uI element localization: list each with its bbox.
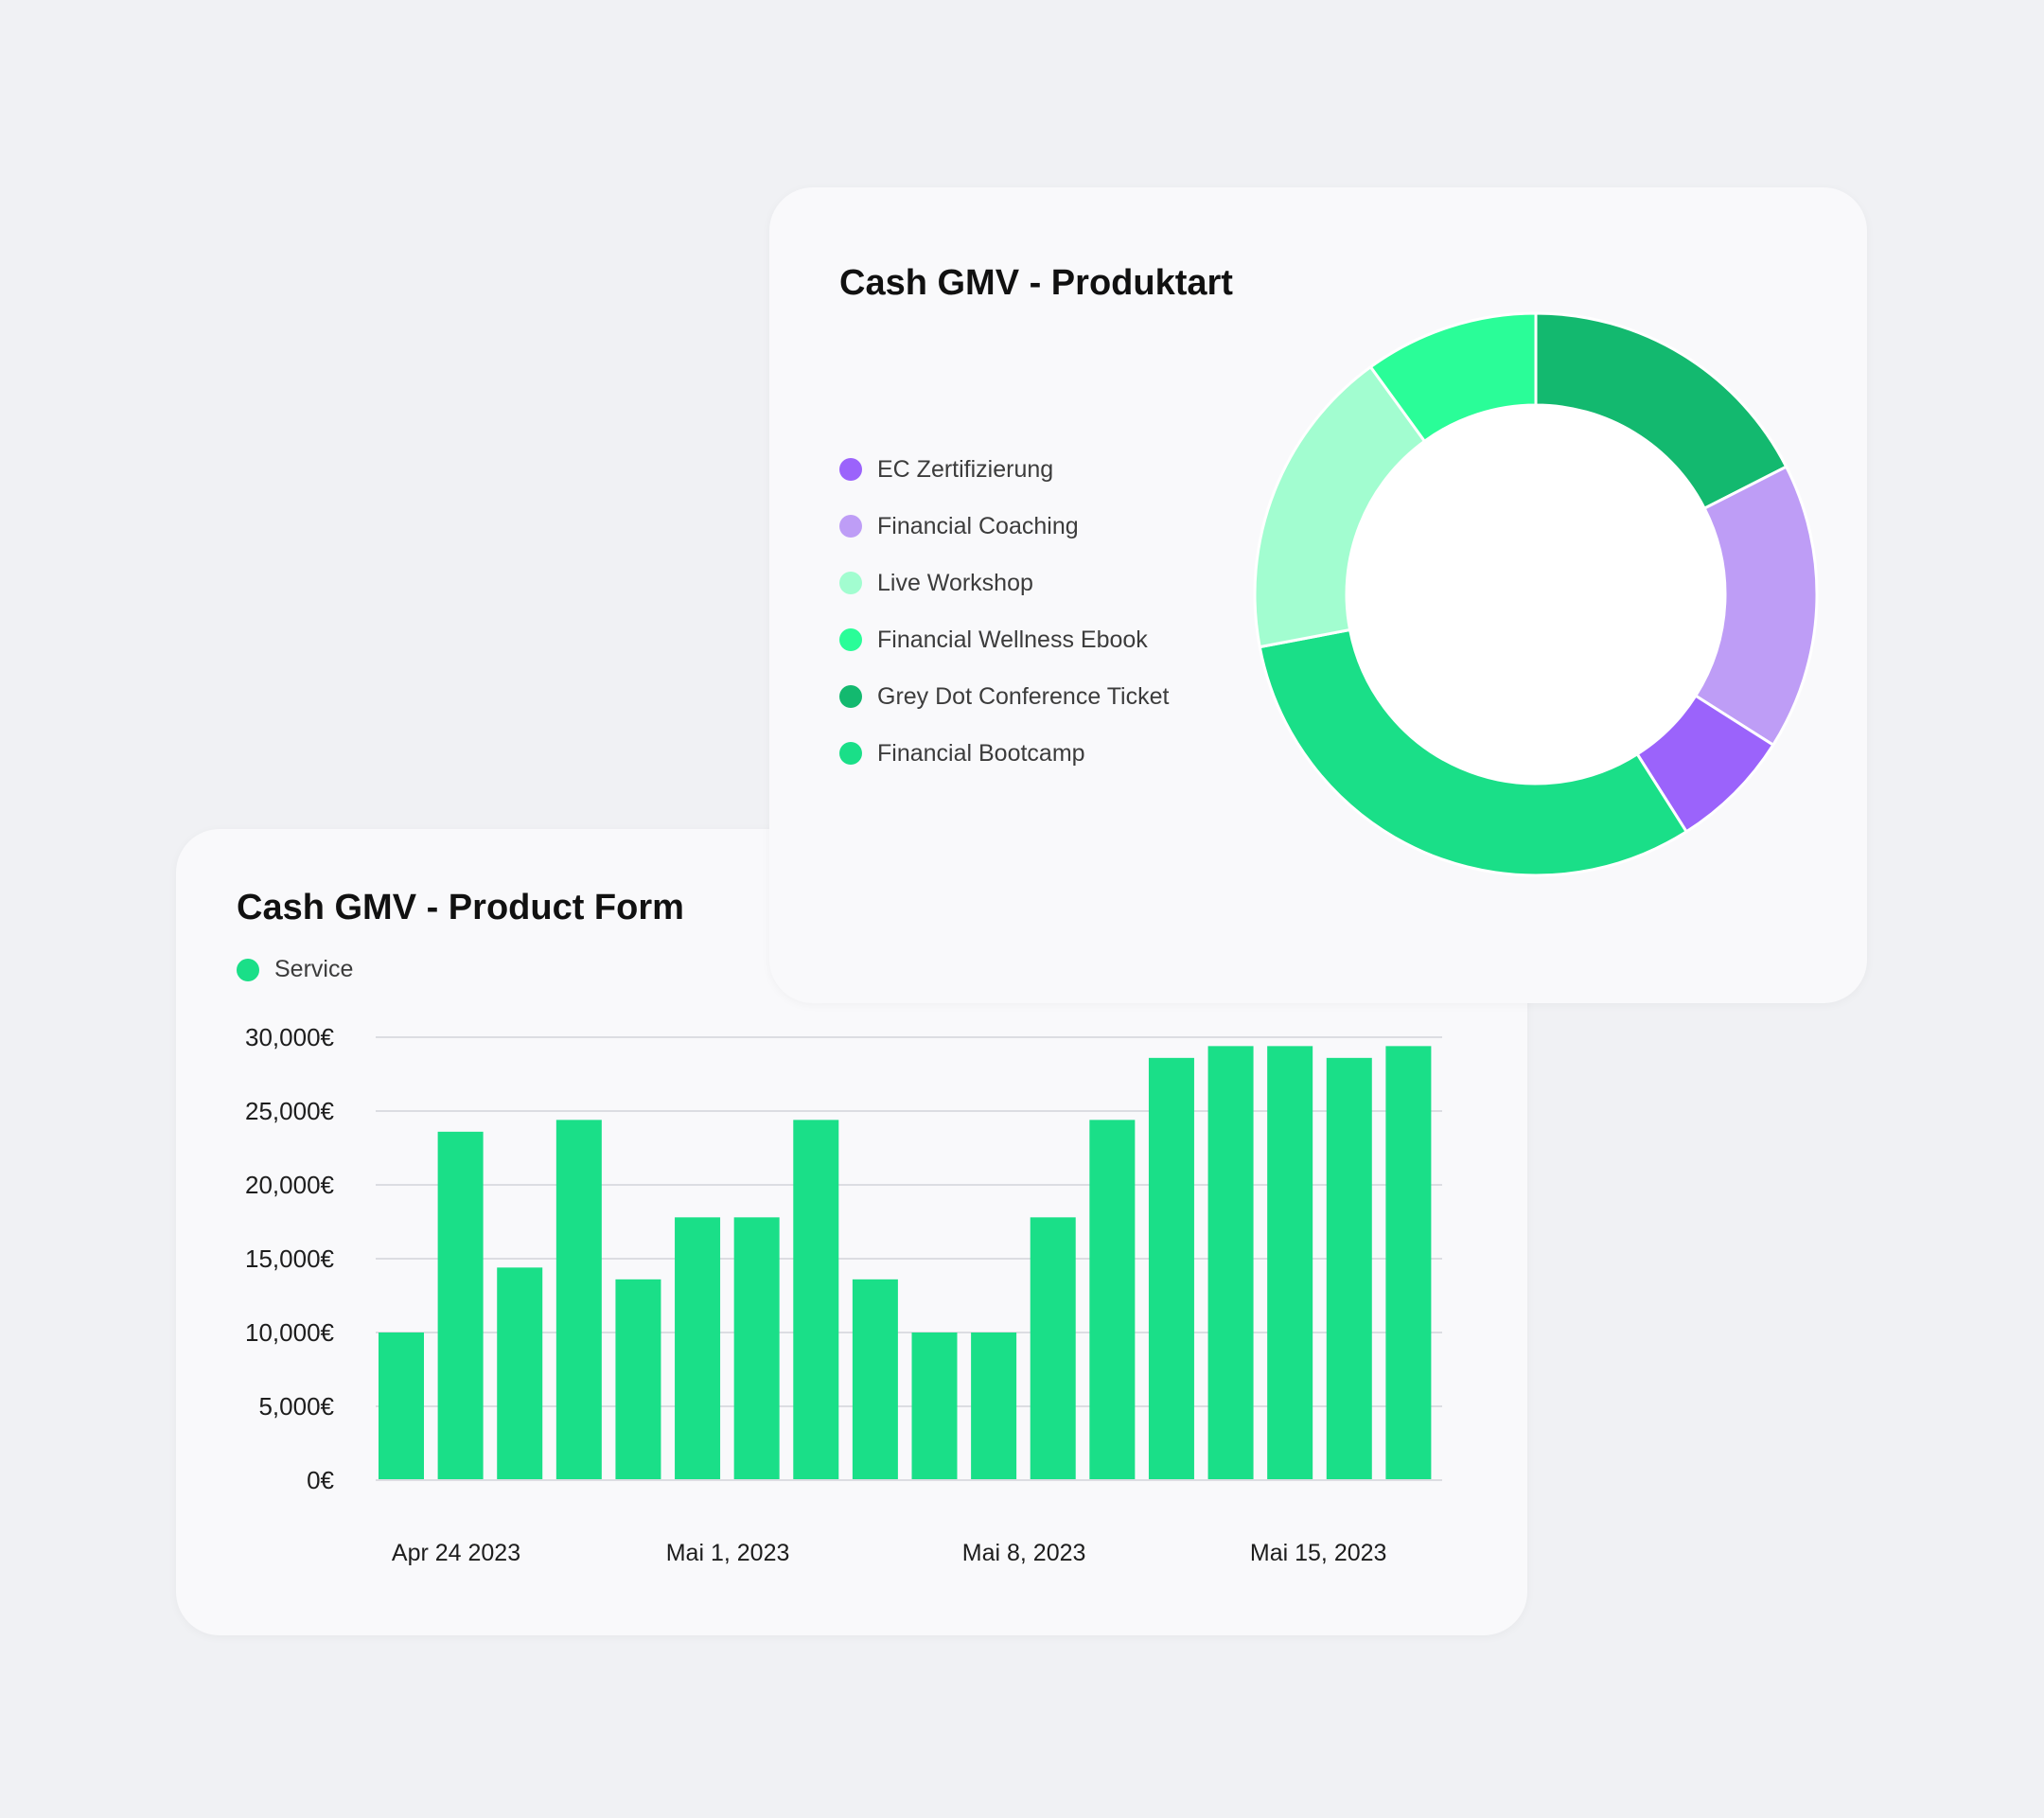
bar[interactable] [675,1217,721,1480]
legend-dot-icon [839,742,862,765]
bar[interactable] [733,1217,780,1480]
donut-legend-label: Financial Bootcamp [877,739,1085,767]
donut-legend-label: Live Workshop [877,569,1033,596]
x-tick-label: Mai 1, 2023 [666,1540,790,1566]
donut-legend-item[interactable]: EC Zertifizierung [839,441,1169,498]
donut-legend-label: Grey Dot Conference Ticket [877,682,1170,710]
bar[interactable] [1267,1046,1313,1480]
bar[interactable] [1326,1057,1372,1480]
donut-legend-label: Financial Wellness Ebook [877,626,1148,653]
donut-legend: EC Zertifizierung Financial Coaching Live … [839,441,1169,782]
bar[interactable] [911,1333,958,1480]
legend-dot-icon [839,628,862,651]
y-tick-label: 10,000€ [245,1318,335,1347]
donut-legend-item[interactable]: Grey Dot Conference Ticket [839,668,1169,725]
legend-dot-icon [839,572,862,594]
bar[interactable] [1030,1217,1076,1480]
bar[interactable] [852,1279,898,1480]
donut-legend-item[interactable]: Financial Bootcamp [839,725,1169,782]
x-tick-label: Mai 8, 2023 [962,1540,1086,1566]
donut-legend-item[interactable]: Live Workshop [839,555,1169,611]
y-tick-label: 20,000€ [245,1171,335,1199]
legend-dot-icon [839,685,862,708]
bar[interactable] [1207,1046,1254,1480]
legend-dot-icon [839,458,862,481]
bar[interactable] [971,1333,1017,1480]
donut-chart-plot [1253,311,1819,877]
x-tick-label: Mai 15, 2023 [1250,1540,1387,1566]
y-tick-label: 25,000€ [245,1097,335,1125]
donut-legend-item[interactable]: Financial Wellness Ebook [839,611,1169,668]
donut-legend-item[interactable]: Financial Coaching [839,498,1169,555]
bar[interactable] [555,1120,602,1480]
donut-hole [1348,406,1724,783]
y-tick-label: 0€ [307,1466,334,1494]
legend-dot-icon [839,515,862,538]
bar[interactable] [1089,1120,1136,1480]
bar[interactable] [497,1267,543,1480]
bar[interactable] [793,1120,839,1480]
bar[interactable] [1385,1046,1432,1480]
bar[interactable] [437,1131,484,1480]
bar[interactable] [1148,1057,1194,1480]
y-tick-label: 15,000€ [245,1244,335,1273]
y-tick-label: 30,000€ [245,1023,335,1051]
bar[interactable] [615,1279,661,1480]
bar[interactable] [379,1333,424,1480]
donut-legend-label: Financial Coaching [877,512,1079,539]
y-tick-label: 5,000€ [258,1392,334,1421]
produktart-card: Cash GMV - Produktart EC Zertifizierung F… [769,187,1867,1003]
donut-legend-label: EC Zertifizierung [877,455,1054,483]
donut-chart-title: Cash GMV - Produktart [839,263,1233,303]
x-tick-label: Apr 24 2023 [392,1540,520,1566]
